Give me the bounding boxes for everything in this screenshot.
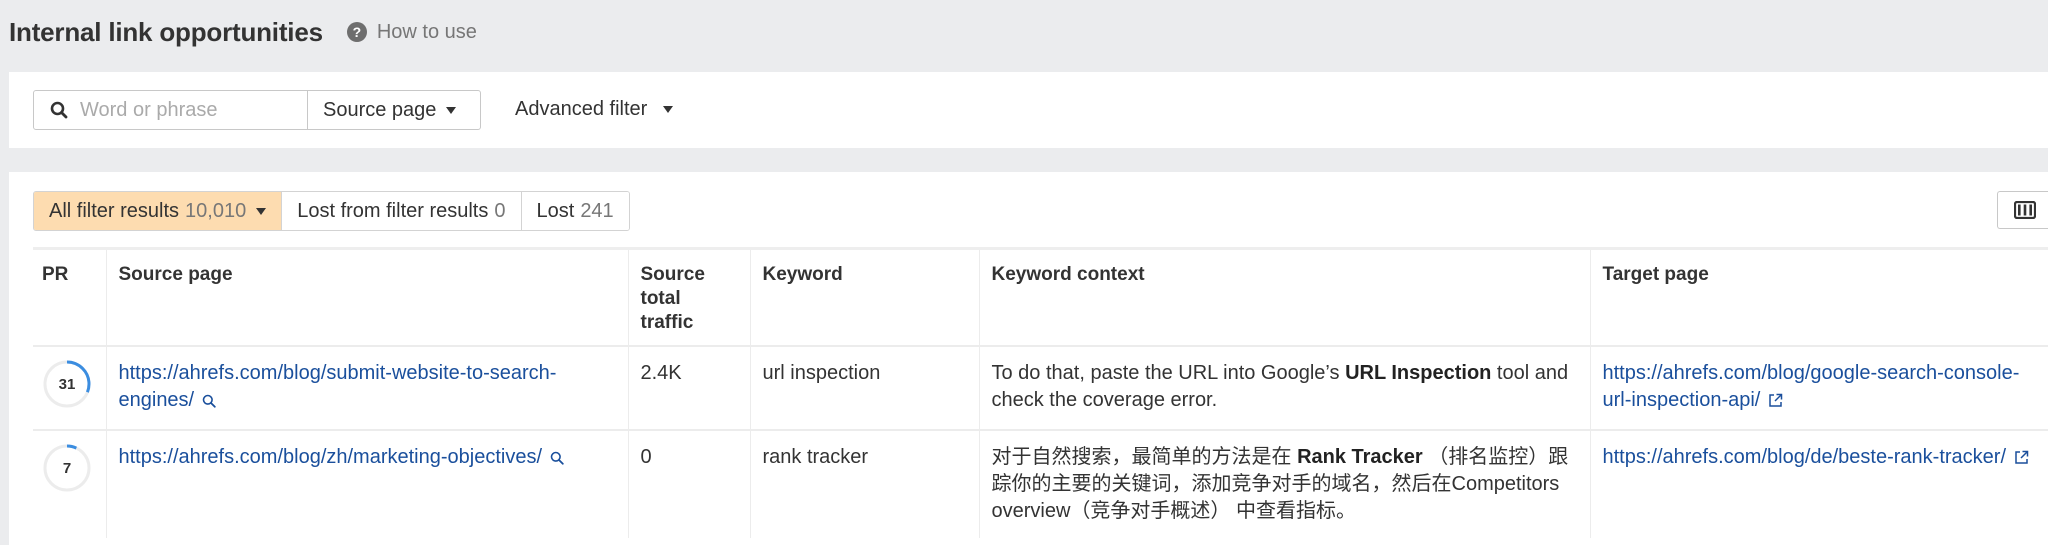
tab-count: 10,010: [185, 199, 247, 222]
search-input[interactable]: [78, 97, 302, 123]
tab-count: 241: [580, 199, 614, 222]
tab-label: Lost from filter results: [297, 199, 489, 222]
tab-label: All filter results: [49, 199, 180, 222]
advanced-filter-label: Advanced filter: [515, 97, 648, 120]
context-text: To do that, paste the URL into Google’s: [991, 362, 1346, 384]
columns-icon: [2014, 201, 2036, 219]
caret-down-icon: [256, 207, 267, 215]
page-title: Internal link opportunities: [9, 16, 323, 47]
source-page-cell: https://ahrefs.com/blog/submit-website-t…: [105, 346, 629, 431]
tab-all-filter-results[interactable]: All filter results 10,010: [34, 192, 283, 230]
search-icon[interactable]: [550, 451, 564, 465]
column-header-target-page[interactable]: Target page: [1589, 247, 2048, 347]
page-header: Internal link opportunities ? How to use: [9, 12, 477, 52]
keyword-context-cell: To do that, paste the URL into Google’s …: [978, 346, 1591, 431]
filter-panel: Source page Advanced filter: [9, 72, 2048, 148]
how-to-use-label: How to use: [376, 20, 477, 43]
target-page-link[interactable]: https://ahrefs.com/blog/google-search-co…: [1603, 362, 2020, 411]
column-header-keyword[interactable]: Keyword: [749, 247, 980, 347]
source-traffic-cell: 0: [627, 430, 751, 538]
pr-cell: 7: [33, 430, 107, 538]
context-keyword: URL Inspection: [1345, 362, 1492, 384]
keyword-cell: url inspection: [749, 346, 980, 431]
context-keyword: Rank Tracker: [1297, 446, 1423, 468]
result-tabs: All filter results 10,010 Lost from filt…: [33, 191, 630, 231]
external-link-icon[interactable]: [1768, 393, 1783, 408]
how-to-use-link[interactable]: ? How to use: [346, 20, 477, 44]
results-table: PR Source page Source total traffic Keyw…: [33, 247, 2048, 538]
advanced-filter-button[interactable]: Advanced filter: [515, 90, 674, 128]
caret-down-icon: [446, 106, 457, 114]
pr-value: 31: [58, 375, 76, 393]
table-header-row: PR Source page Source total traffic Keyw…: [33, 247, 2048, 347]
tab-count: 0: [494, 199, 506, 222]
source-page-link[interactable]: https://ahrefs.com/blog/submit-website-t…: [119, 362, 557, 411]
keyword-context-cell: 对于自然搜索，最简单的方法是在 Rank Tracker （排名监控）跟踪你的主…: [978, 430, 1591, 538]
search-field[interactable]: [34, 91, 308, 129]
results-panel: All filter results 10,010 Lost from filt…: [9, 172, 2048, 545]
target-page-cell: https://ahrefs.com/blog/google-search-co…: [1589, 346, 2048, 431]
source-page-cell: https://ahrefs.com/blog/zh/marketing-obj…: [105, 430, 629, 538]
tab-lost[interactable]: Lost 241: [521, 192, 629, 230]
external-link-icon[interactable]: [2014, 450, 2029, 465]
target-page-link[interactable]: https://ahrefs.com/blog/de/beste-rank-tr…: [1603, 446, 2007, 468]
tab-lost-from-filter-results[interactable]: Lost from filter results 0: [282, 192, 522, 230]
pr-value: 7: [62, 459, 72, 477]
source-traffic-cell: 2.4K: [627, 346, 751, 431]
source-page-link[interactable]: https://ahrefs.com/blog/zh/marketing-obj…: [119, 446, 543, 468]
column-header-source-page[interactable]: Source page: [105, 247, 629, 347]
search-icon: [50, 101, 68, 119]
target-page-cell: https://ahrefs.com/blog/de/beste-rank-tr…: [1589, 430, 2048, 538]
caret-down-icon: [663, 105, 674, 113]
search-icon[interactable]: [202, 394, 216, 408]
column-header-keyword-context[interactable]: Keyword context: [978, 247, 1591, 347]
columns-button[interactable]: [1997, 191, 2048, 229]
pr-cell: 31: [33, 346, 107, 431]
source-page-select[interactable]: Source page: [308, 91, 480, 129]
source-page-select-label: Source page: [323, 98, 437, 121]
pr-gauge: 31: [42, 359, 92, 409]
question-circle-icon: ?: [346, 22, 367, 42]
context-text: 对于自然搜索，最简单的方法是在: [991, 446, 1298, 468]
column-header-pr[interactable]: PR: [33, 247, 107, 347]
column-header-source-traffic[interactable]: Source total traffic: [627, 247, 751, 347]
keyword-cell: rank tracker: [749, 430, 980, 538]
search-group: Source page: [33, 90, 481, 130]
tab-label: Lost: [536, 199, 575, 222]
table-row: 31 https://ahrefs.com/blog/submit-websit…: [33, 346, 2048, 431]
table-row: 7 https://ahrefs.com/blog/zh/marketing-o…: [33, 430, 2048, 538]
pr-gauge: 7: [42, 443, 92, 493]
